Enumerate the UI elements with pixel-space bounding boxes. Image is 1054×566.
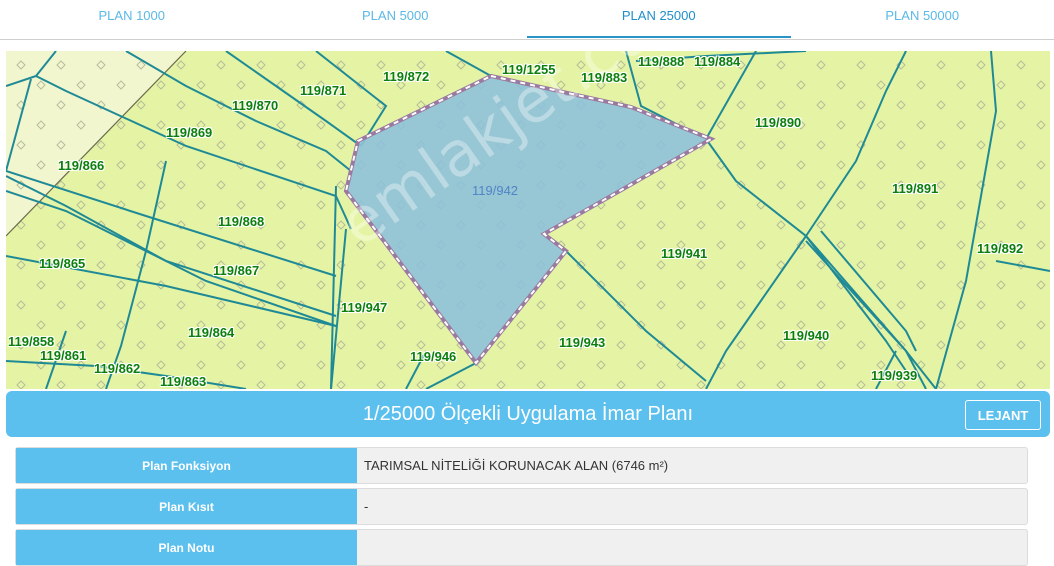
tab-plan-5000[interactable]: PLAN 5000 xyxy=(264,0,528,39)
info-value: TARIMSAL NİTELİĞİ KORUNACAK ALAN (6746 m… xyxy=(364,448,668,483)
tab-plan-25000[interactable]: PLAN 25000 xyxy=(527,0,791,39)
legend-button[interactable]: LEJANT xyxy=(965,400,1041,430)
parcel-label[interactable]: 119/890 xyxy=(755,115,801,130)
parcel-label[interactable]: 119/941 xyxy=(661,246,707,261)
parcel-label[interactable]: 119/868 xyxy=(218,214,264,229)
parcel-label[interactable]: 119/862 xyxy=(94,361,140,376)
tab-plan-1000[interactable]: PLAN 1000 xyxy=(0,0,264,39)
parcel-label[interactable]: 119/940 xyxy=(783,328,829,343)
parcel-label[interactable]: 119/947 xyxy=(341,300,387,315)
zoning-map[interactable]: emlakjet.com 119/872 119/1255 119/883 11… xyxy=(6,51,1050,389)
parcel-label[interactable]: 119/866 xyxy=(58,158,104,173)
parcel-label[interactable]: 119/891 xyxy=(892,181,938,196)
parcel-label[interactable]: 119/864 xyxy=(188,325,234,340)
plan-title: 1/25000 Ölçekli Uygulama İmar Planı xyxy=(6,391,1050,437)
parcel-label[interactable]: 119/884 xyxy=(694,54,740,69)
parcel-label[interactable]: 119/867 xyxy=(213,263,259,278)
parcel-label[interactable]: 119/865 xyxy=(39,256,85,271)
info-row-plan-note: Plan Notu xyxy=(15,529,1028,566)
parcel-label[interactable]: 119/861 xyxy=(40,348,86,363)
parcel-label[interactable]: 119/858 xyxy=(8,334,54,349)
info-value: - xyxy=(364,489,368,524)
parcel-label[interactable]: 119/871 xyxy=(300,83,346,98)
selected-parcel-label[interactable]: 119/942 xyxy=(472,183,518,198)
parcel-label[interactable]: 119/943 xyxy=(559,335,605,350)
parcel-label[interactable]: 119/870 xyxy=(232,98,278,113)
info-row-plan-restriction: Plan Kısıt - xyxy=(15,488,1028,525)
info-label: Plan Fonksiyon xyxy=(16,448,357,483)
plan-scale-tabs: PLAN 1000 PLAN 5000 PLAN 25000 PLAN 5000… xyxy=(0,0,1054,40)
parcel-label[interactable]: 119/939 xyxy=(871,368,917,383)
parcel-label[interactable]: 119/872 xyxy=(383,69,429,84)
tab-plan-50000[interactable]: PLAN 50000 xyxy=(791,0,1054,39)
parcel-label[interactable]: 119/1255 xyxy=(502,62,556,77)
info-row-plan-function: Plan Fonksiyon TARIMSAL NİTELİĞİ KORUNAC… xyxy=(15,447,1028,484)
parcel-label[interactable]: 119/892 xyxy=(977,241,1023,256)
parcel-label[interactable]: 119/869 xyxy=(166,125,212,140)
info-label: Plan Notu xyxy=(16,530,357,565)
parcel-label[interactable]: 119/863 xyxy=(160,374,206,389)
parcel-label[interactable]: 119/883 xyxy=(581,70,627,85)
parcel-label[interactable]: 119/888 xyxy=(638,54,684,69)
info-label: Plan Kısıt xyxy=(16,489,357,524)
parcel-label[interactable]: 119/946 xyxy=(410,349,456,364)
plan-title-bar: 1/25000 Ölçekli Uygulama İmar Planı LEJA… xyxy=(6,391,1050,437)
